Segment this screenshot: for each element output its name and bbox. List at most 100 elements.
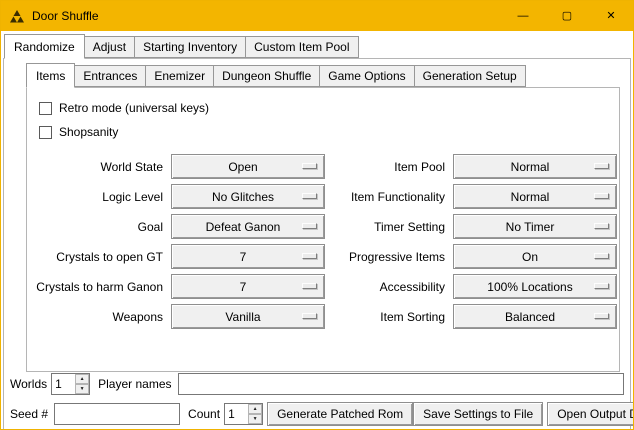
item-functionality-value: Normal: [511, 190, 560, 204]
timer-setting-dropdown[interactable]: No Timer: [453, 214, 617, 239]
item-functionality-dropdown[interactable]: Normal: [453, 184, 617, 209]
count-label: Count: [188, 407, 220, 421]
item-sorting-dropdown[interactable]: Balanced: [453, 304, 617, 329]
goal-value: Defeat Ganon: [206, 220, 291, 234]
weapons-dropdown[interactable]: Vanilla: [171, 304, 325, 329]
tab-custom-item-pool[interactable]: Custom Item Pool: [245, 36, 358, 58]
item-pool-dropdown[interactable]: Normal: [453, 154, 617, 179]
window-title: Door Shuffle: [32, 9, 501, 23]
settings-tabbar: Items Entrances Enemizer Dungeon Shuffle…: [26, 63, 620, 87]
goal-label: Goal: [35, 220, 163, 234]
worlds-value: 1: [52, 374, 75, 394]
item-pool-label: Item Pool: [333, 160, 445, 174]
accessibility-label: Accessibility: [333, 280, 445, 294]
maximize-button[interactable]: ▢: [545, 1, 589, 31]
items-pane: Retro mode (universal keys) Shopsanity W…: [26, 87, 620, 372]
world-state-label: World State: [35, 160, 163, 174]
worlds-label: Worlds: [10, 377, 47, 391]
accessibility-dropdown[interactable]: 100% Locations: [453, 274, 617, 299]
world-state-value: Open: [228, 160, 267, 174]
app-icon: [9, 8, 25, 24]
retro-mode-checkbox[interactable]: [39, 102, 52, 115]
shopsanity-label: Shopsanity: [59, 125, 118, 139]
world-state-dropdown[interactable]: Open: [171, 154, 325, 179]
seed-label: Seed #: [10, 407, 48, 421]
dropdown-indicator-icon: [594, 253, 609, 259]
spin-down-icon[interactable]: ▼: [248, 414, 262, 424]
window-controls: — ▢ ✕: [501, 1, 633, 31]
tab-starting-inventory[interactable]: Starting Inventory: [134, 36, 246, 58]
tab-game-options[interactable]: Game Options: [319, 65, 414, 87]
weapons-value: Vanilla: [225, 310, 270, 324]
minimize-button[interactable]: —: [501, 1, 545, 31]
crystals-gt-value: 7: [240, 250, 257, 264]
shopsanity-checkbox-row[interactable]: Shopsanity: [35, 120, 611, 144]
tab-enemizer[interactable]: Enemizer: [145, 65, 214, 87]
worlds-spinner-arrows: ▲ ▼: [75, 374, 89, 394]
spin-up-icon[interactable]: ▲: [248, 404, 262, 414]
minimize-icon: —: [518, 11, 529, 22]
item-sorting-label: Item Sorting: [333, 310, 445, 324]
retro-mode-label: Retro mode (universal keys): [59, 101, 209, 115]
crystals-ganon-dropdown[interactable]: 7: [171, 274, 325, 299]
spin-up-icon[interactable]: ▲: [75, 374, 89, 384]
options-grid: World State Open Item Pool Normal Logic …: [35, 154, 611, 329]
worlds-spinner[interactable]: 1 ▲ ▼: [51, 373, 90, 395]
triforce-icon: [10, 10, 24, 23]
weapons-label: Weapons: [35, 310, 163, 324]
timer-setting-label: Timer Setting: [333, 220, 445, 234]
randomize-pane: Items Entrances Enemizer Dungeon Shuffle…: [3, 58, 631, 430]
dropdown-indicator-icon: [302, 163, 317, 169]
close-button[interactable]: ✕: [589, 1, 633, 31]
main-tabbar: Randomize Adjust Starting Inventory Cust…: [4, 34, 633, 58]
dropdown-indicator-icon: [594, 283, 609, 289]
retro-mode-checkbox-row[interactable]: Retro mode (universal keys): [35, 96, 611, 120]
dropdown-indicator-icon: [302, 283, 317, 289]
goal-dropdown[interactable]: Defeat Ganon: [171, 214, 325, 239]
tab-dungeon-shuffle[interactable]: Dungeon Shuffle: [213, 65, 320, 87]
tab-adjust[interactable]: Adjust: [84, 36, 135, 58]
seed-row: Seed # Count 1 ▲ ▼ Generate Patched Rom …: [10, 401, 624, 427]
crystals-gt-label: Crystals to open GT: [35, 250, 163, 264]
logic-level-value: No Glitches: [212, 190, 284, 204]
count-spinner-arrows: ▲ ▼: [248, 404, 262, 424]
maximize-icon: ▢: [562, 11, 572, 22]
dropdown-indicator-icon: [594, 163, 609, 169]
tab-randomize[interactable]: Randomize: [4, 34, 85, 59]
titlebar: Door Shuffle — ▢ ✕: [1, 1, 633, 31]
accessibility-value: 100% Locations: [487, 280, 582, 294]
timer-setting-value: No Timer: [506, 220, 565, 234]
logic-level-label: Logic Level: [35, 190, 163, 204]
dropdown-indicator-icon: [594, 313, 609, 319]
progressive-items-label: Progressive Items: [333, 250, 445, 264]
dropdown-indicator-icon: [302, 193, 317, 199]
tab-generation-setup[interactable]: Generation Setup: [414, 65, 526, 87]
close-icon: ✕: [606, 11, 615, 22]
crystals-ganon-value: 7: [240, 280, 257, 294]
logic-level-dropdown[interactable]: No Glitches: [171, 184, 325, 209]
shopsanity-checkbox[interactable]: [39, 126, 52, 139]
player-names-input[interactable]: [178, 373, 625, 395]
seed-input[interactable]: [54, 403, 180, 425]
generate-patched-rom-button[interactable]: Generate Patched Rom: [267, 402, 413, 426]
tab-items[interactable]: Items: [26, 63, 75, 88]
item-sorting-value: Balanced: [505, 310, 565, 324]
open-output-directory-button[interactable]: Open Output Directory: [547, 402, 634, 426]
count-value: 1: [225, 404, 248, 424]
count-spinner[interactable]: 1 ▲ ▼: [224, 403, 263, 425]
spin-down-icon[interactable]: ▼: [75, 384, 89, 394]
dropdown-indicator-icon: [594, 193, 609, 199]
item-functionality-label: Item Functionality: [333, 190, 445, 204]
progressive-items-dropdown[interactable]: On: [453, 244, 617, 269]
dropdown-indicator-icon: [302, 253, 317, 259]
crystals-ganon-label: Crystals to harm Ganon: [35, 280, 163, 294]
dropdown-indicator-icon: [302, 223, 317, 229]
dropdown-indicator-icon: [594, 223, 609, 229]
tab-entrances[interactable]: Entrances: [74, 65, 146, 87]
dropdown-indicator-icon: [302, 313, 317, 319]
app-window: Door Shuffle — ▢ ✕ Randomize Adjust Star…: [0, 0, 634, 430]
save-settings-button[interactable]: Save Settings to File: [413, 402, 543, 426]
crystals-gt-dropdown[interactable]: 7: [171, 244, 325, 269]
player-names-label: Player names: [98, 377, 171, 391]
worlds-row: Worlds 1 ▲ ▼ Player names: [10, 372, 624, 396]
